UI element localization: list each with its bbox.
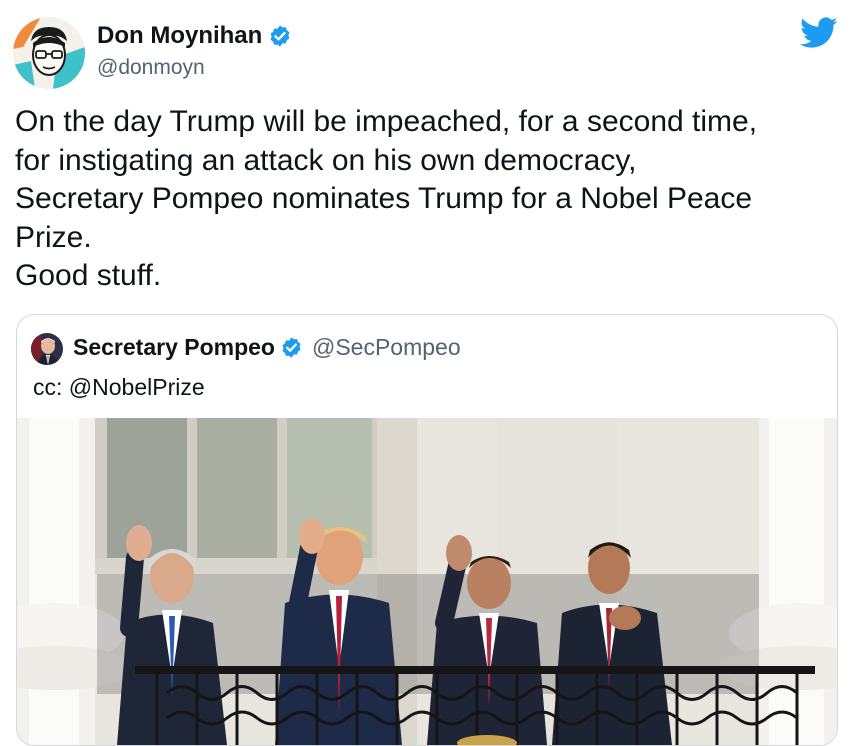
author-name-row[interactable]: Don Moynihan xyxy=(97,22,292,50)
quoted-tweet-photo[interactable] xyxy=(17,418,837,745)
verified-badge-icon xyxy=(280,336,303,359)
author-avatar[interactable] xyxy=(13,17,85,89)
quoted-author-avatar[interactable] xyxy=(31,333,63,365)
quoted-author-row[interactable]: Secretary Pompeo @SecPompeo xyxy=(73,334,461,361)
twitter-bird-icon[interactable] xyxy=(800,17,838,49)
author-handle[interactable]: @donmoyn xyxy=(97,56,205,80)
quoted-display-name[interactable]: Secretary Pompeo xyxy=(73,334,275,361)
tweet-text: On the day Trump will be impeached, for … xyxy=(15,105,758,292)
quoted-tweet-card[interactable]: Secretary Pompeo @SecPompeo cc: @NobelPr… xyxy=(16,314,838,746)
quoted-handle[interactable]: @SecPompeo xyxy=(312,334,461,361)
verified-badge-icon xyxy=(268,24,292,48)
quoted-tweet-text: cc: @NobelPrize xyxy=(33,374,205,400)
author-display-name[interactable]: Don Moynihan xyxy=(97,22,262,50)
